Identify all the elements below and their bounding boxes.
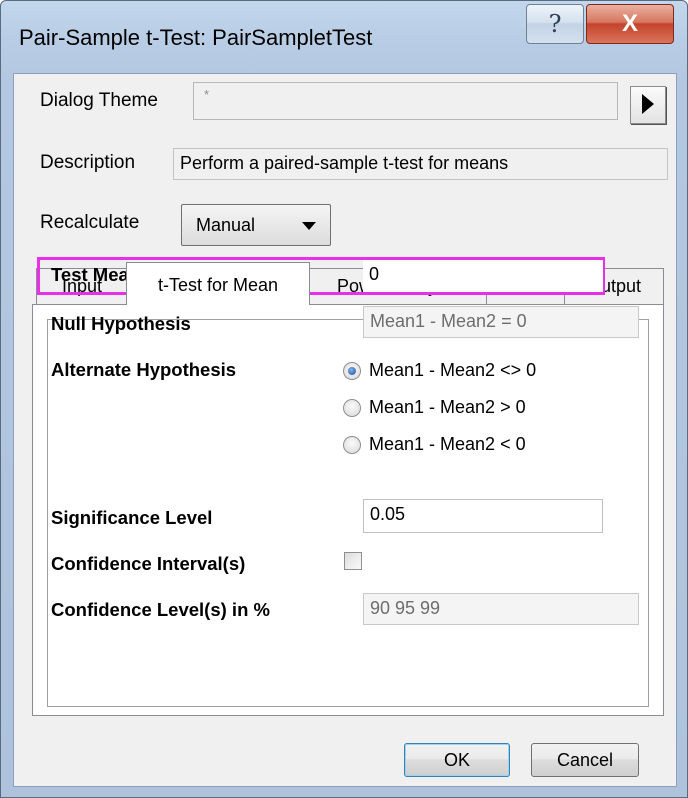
close-button[interactable]: X: [586, 4, 674, 44]
description-field: Perform a paired-sample t-test for means: [173, 148, 668, 180]
null-hypothesis-label: Null Hypothesis: [51, 313, 191, 334]
dialog-theme-label: Dialog Theme: [40, 90, 158, 111]
radio-label: Mean1 - Mean2 < 0: [369, 434, 526, 454]
dialog-theme-menu-button[interactable]: [630, 86, 666, 124]
confidence-levels-label: Confidence Level(s) in %: [51, 599, 270, 620]
confidence-levels-field: 90 95 99: [363, 593, 639, 625]
close-icon: X: [621, 10, 638, 37]
significance-level-label: Significance Level: [51, 507, 213, 528]
dialog-theme-value: *: [204, 87, 210, 102]
tab-t-test-for-mean[interactable]: t-Test for Mean: [126, 262, 310, 305]
radio-button[interactable]: [343, 436, 361, 454]
dialog-theme-field[interactable]: *: [193, 82, 618, 120]
radio-button-selected[interactable]: [343, 362, 361, 380]
window-title: Pair-Sample t-Test: PairSampletTest: [19, 25, 373, 50]
description-label: Description: [40, 152, 136, 173]
help-button[interactable]: ?: [526, 4, 584, 44]
radio-button[interactable]: [343, 399, 361, 417]
cancel-button[interactable]: Cancel: [531, 743, 639, 777]
title-bar[interactable]: Pair-Sample t-Test: PairSampletTest ? X: [1, 1, 687, 73]
dialog-window: Pair-Sample t-Test: PairSampletTest ? X …: [0, 0, 688, 798]
significance-level-input[interactable]: 0.05: [363, 499, 603, 533]
dialog-body: Dialog Theme * Description Perform a pai…: [13, 73, 677, 787]
question-mark-icon: ?: [548, 10, 562, 38]
radio-label: Mean1 - Mean2 > 0: [369, 397, 526, 417]
chevron-down-icon: [302, 222, 316, 230]
alternate-hypothesis-label: Alternate Hypothesis: [51, 359, 237, 380]
recalculate-value: Manual: [196, 215, 256, 235]
test-mean-input[interactable]: 0: [363, 260, 603, 292]
right-triangle-icon: [642, 94, 654, 114]
confidence-intervals-label: Confidence Interval(s): [51, 553, 246, 574]
confidence-intervals-checkbox[interactable]: [344, 552, 362, 570]
ok-button[interactable]: OK: [404, 743, 510, 777]
radio-label: Mean1 - Mean2 <> 0: [369, 360, 537, 380]
recalculate-select[interactable]: Manual: [181, 204, 331, 246]
null-hypothesis-field: Mean1 - Mean2 = 0: [363, 306, 639, 338]
recalculate-label: Recalculate: [40, 212, 140, 233]
